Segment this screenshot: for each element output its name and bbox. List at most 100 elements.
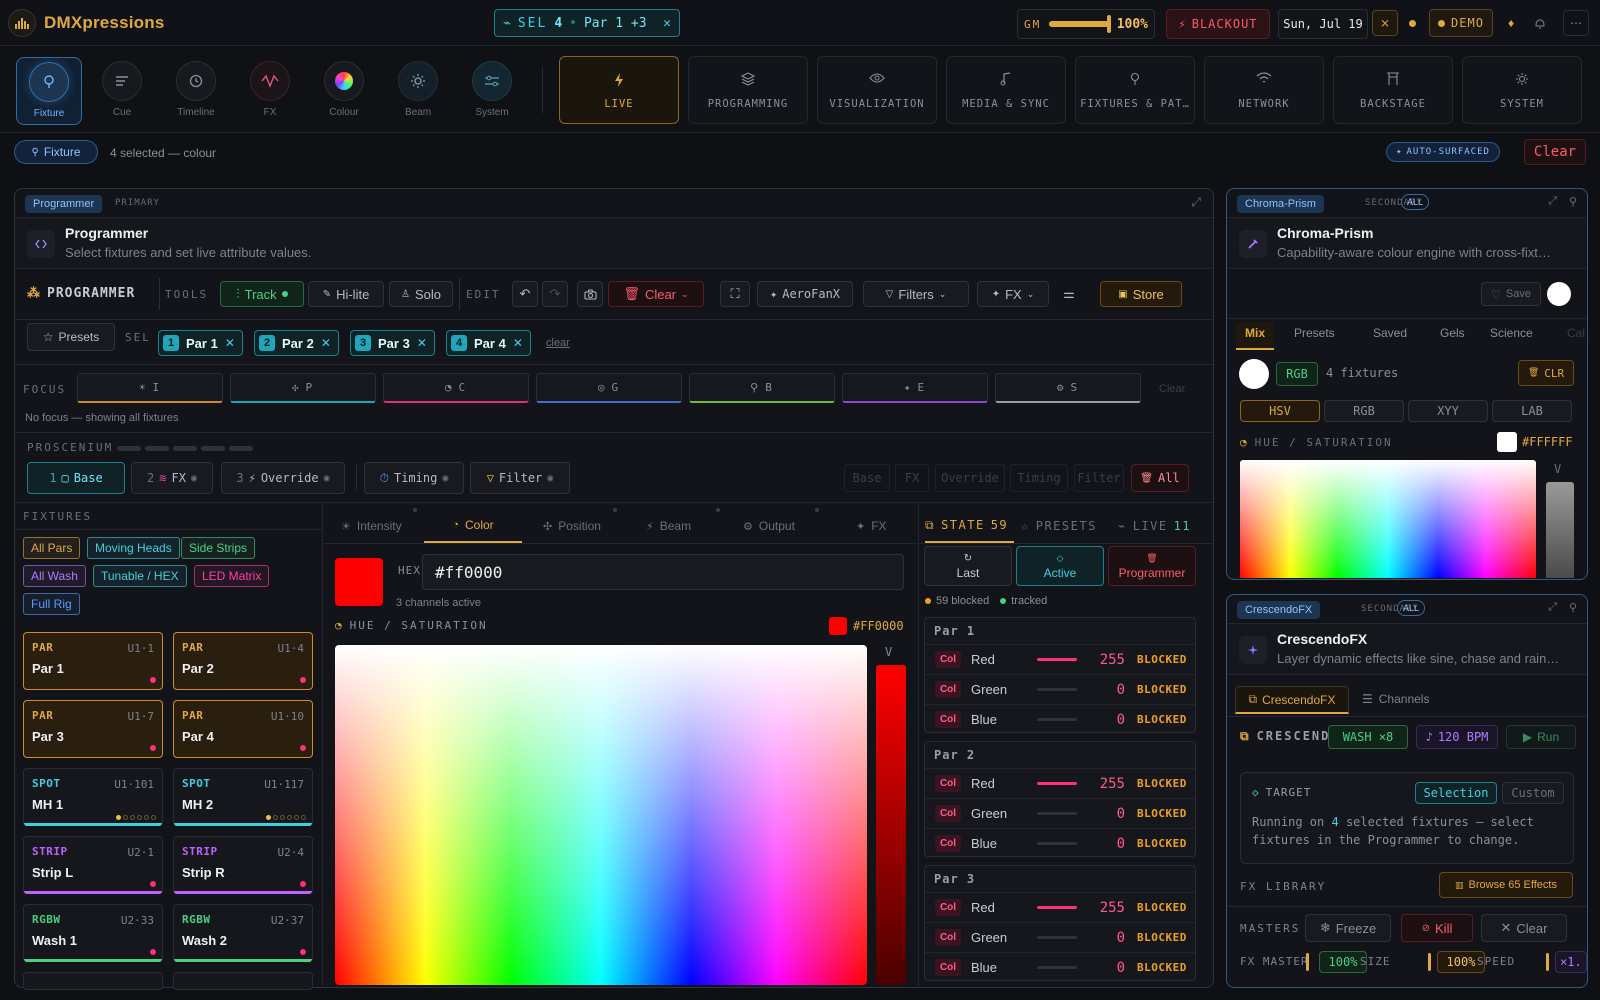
bpm-chip[interactable]: ♪ 120 BPM [1416, 725, 1498, 749]
state-row[interactable]: Col Blue 0 BLOCKED [925, 828, 1195, 856]
clear-selection-icon[interactable]: ✕ [663, 16, 671, 31]
scope-all-badge[interactable]: ALL [1397, 600, 1426, 616]
fixture-group-chip[interactable]: LED Matrix [194, 565, 270, 587]
fixture-card[interactable]: PAR U1·7 Par 3 [23, 700, 163, 758]
expand-icon[interactable]: ⤢ [1548, 601, 1557, 614]
focus-e-button[interactable]: ✦ E [842, 373, 988, 403]
chroma-tab-presets[interactable]: Presets [1294, 322, 1335, 350]
layer-ghost-tab[interactable]: Override [935, 464, 1005, 492]
fixture-card[interactable]: RGBW U2·37 Wash 2 [173, 904, 313, 962]
fixture-group-chip[interactable]: Side Strips [181, 537, 256, 559]
gm-slider-handle[interactable] [1106, 15, 1111, 33]
fx-dropdown[interactable]: ✦ FX ⌄ [977, 281, 1049, 307]
freeze-button[interactable]: ❄ Freeze [1305, 914, 1391, 942]
target-selection-toggle[interactable]: Selection [1415, 782, 1497, 804]
section-system[interactable]: SYSTEM [1462, 56, 1582, 124]
tool-fixture[interactable]: Fixture [16, 57, 82, 125]
colour-mode-hsv[interactable]: HSV [1240, 400, 1320, 422]
timing-toggle[interactable]: ⏱ Timing ◉ [364, 462, 464, 494]
solo-button[interactable]: ♙ Solo [389, 281, 453, 307]
state-row[interactable]: Col Red 255 BLOCKED [925, 644, 1195, 674]
browse-effects-button[interactable]: ▥ Browse 65 Effects [1439, 872, 1573, 898]
fixture-card[interactable]: PAR U1·1 Par 1 [23, 632, 163, 690]
attribute-tab-fx[interactable]: ✦ FX [856, 509, 887, 543]
aerofanx-button[interactable]: ✦ AeroFanX [757, 281, 853, 307]
chroma-tab-saved[interactable]: Saved [1373, 322, 1407, 350]
chroma-tab-cal[interactable]: Cal [1567, 322, 1585, 350]
context-fixture-chip[interactable]: ⚲ Fixture [14, 140, 98, 164]
state-tab-presets[interactable]: ☆ PRESETS [1021, 509, 1097, 543]
focus-s-button[interactable]: ⚙ S [995, 373, 1141, 403]
save-color-button[interactable]: ♡ Save [1481, 282, 1541, 306]
attribute-tab-intensity[interactable]: ☀ Intensity [341, 509, 402, 543]
layer-base[interactable]: 1 ▢ Base [27, 462, 125, 494]
selected-fixture-pill[interactable]: 1 Par 1 ✕ [158, 330, 243, 356]
run-button[interactable]: ▶ Run [1506, 725, 1576, 749]
hue-saturation-picker[interactable] [335, 645, 867, 985]
remove-icon[interactable]: ✕ [513, 336, 523, 350]
more-menu-icon[interactable]: ⋯ [1563, 10, 1589, 36]
section-media-sync[interactable]: MEDIA & SYNC [946, 56, 1066, 124]
state-tab-state[interactable]: ⧉ STATE 59 [925, 509, 1015, 543]
expand-icon[interactable]: ⤢ [1191, 195, 1201, 210]
fixture-card[interactable]: STRIP U2·1 Strip L [23, 836, 163, 894]
tool-system[interactable]: System [462, 57, 522, 125]
state-row[interactable]: Col Blue 0 BLOCKED [925, 704, 1195, 732]
demo-badge[interactable]: DEMO [1429, 9, 1493, 37]
remove-icon[interactable]: ✕ [321, 336, 331, 350]
grand-master[interactable]: GM 100% [1017, 9, 1155, 39]
bell-icon[interactable] [1527, 10, 1553, 36]
section-backstage[interactable]: BACKSTAGE [1333, 56, 1453, 124]
state-row[interactable]: Col Green 0 BLOCKED [925, 674, 1195, 704]
chroma-tab-mix[interactable]: Mix [1236, 322, 1275, 350]
fixture-group-chip[interactable]: All Wash [23, 565, 86, 587]
eye-icon[interactable]: ◉ [442, 473, 448, 484]
attribute-tab-color[interactable]: ◔ Color [424, 509, 522, 543]
focus-i-button[interactable]: ☀ I [77, 373, 223, 403]
camera-icon[interactable] [577, 281, 603, 307]
colour-mode-lab[interactable]: LAB [1492, 400, 1572, 422]
state-row[interactable]: Col Red 255 BLOCKED [925, 768, 1195, 798]
attribute-tab-beam[interactable]: ⚡ Beam [646, 509, 691, 543]
layer-fx[interactable]: 2 ≋ FX ◉ [131, 462, 213, 494]
layer-ghost-tab[interactable]: FX [895, 464, 929, 492]
filters-dropdown[interactable]: ▽ Filters ⌄ [863, 281, 969, 307]
tool-timeline[interactable]: Timeline [166, 57, 226, 125]
focus-clear[interactable]: Clear [1159, 383, 1185, 395]
section-live[interactable]: LIVE [559, 56, 679, 124]
fixture-card[interactable]: SPOT U1·117 MH 2 [173, 768, 313, 826]
layer-ghost-tab[interactable]: Filter [1074, 464, 1124, 492]
presets-button[interactable]: ☆ Presets [27, 323, 115, 351]
eye-icon[interactable]: ◉ [191, 473, 197, 484]
focus-g-button[interactable]: ◎ G [536, 373, 682, 403]
selected-fixture-pill[interactable]: 3 Par 3 ✕ [350, 330, 435, 356]
fixture-card[interactable]: STRIP U2·4 Strip R [173, 836, 313, 894]
hex-input[interactable] [422, 554, 904, 590]
crescendo-tab-main[interactable]: ⧉ CrescendoFX [1235, 686, 1349, 714]
chroma-tab-gels[interactable]: Gels [1440, 322, 1465, 350]
hilite-button[interactable]: ✎ Hi-lite [308, 281, 384, 307]
gm-slider[interactable] [1049, 15, 1111, 33]
chroma-hue-picker[interactable] [1240, 460, 1536, 578]
rgb-mode-chip[interactable]: RGB [1276, 362, 1318, 386]
clear-selection-link[interactable]: clear [546, 337, 570, 349]
tool-cue[interactable]: Cue [92, 57, 152, 125]
programmer-clear-button[interactable]: 🗑 Clear ⌄ [608, 281, 704, 307]
state-row[interactable]: Col Green 0 BLOCKED [925, 922, 1195, 952]
fixture-card[interactable]: SPOT U1·101 MH 1 [23, 768, 163, 826]
section-fixtures-patch[interactable]: FIXTURES & PAT… [1075, 56, 1195, 124]
eye-icon[interactable]: ◉ [547, 473, 553, 484]
fixture-card[interactable] [173, 972, 313, 990]
chroma-tab-science[interactable]: Science [1490, 322, 1533, 350]
state-active-button[interactable]: ◇ Active [1016, 546, 1104, 586]
focus-b-button[interactable]: ⚲ B [689, 373, 835, 403]
track-toggle[interactable]: ⫶ Track [220, 281, 304, 307]
speed-handle[interactable] [1546, 953, 1549, 971]
link-off-icon[interactable]: ⨯ [1372, 10, 1398, 36]
filter-toggle[interactable]: ▽ Filter ◉ [470, 462, 570, 494]
fullscreen-icon[interactable]: ⛶ [720, 281, 750, 307]
state-row[interactable]: Col Green 0 BLOCKED [925, 798, 1195, 828]
pin-icon[interactable]: ⚲ [1569, 195, 1577, 208]
colour-mode-xyy[interactable]: XYY [1408, 400, 1488, 422]
fixture-group-chip[interactable]: Full Rig [23, 593, 80, 615]
